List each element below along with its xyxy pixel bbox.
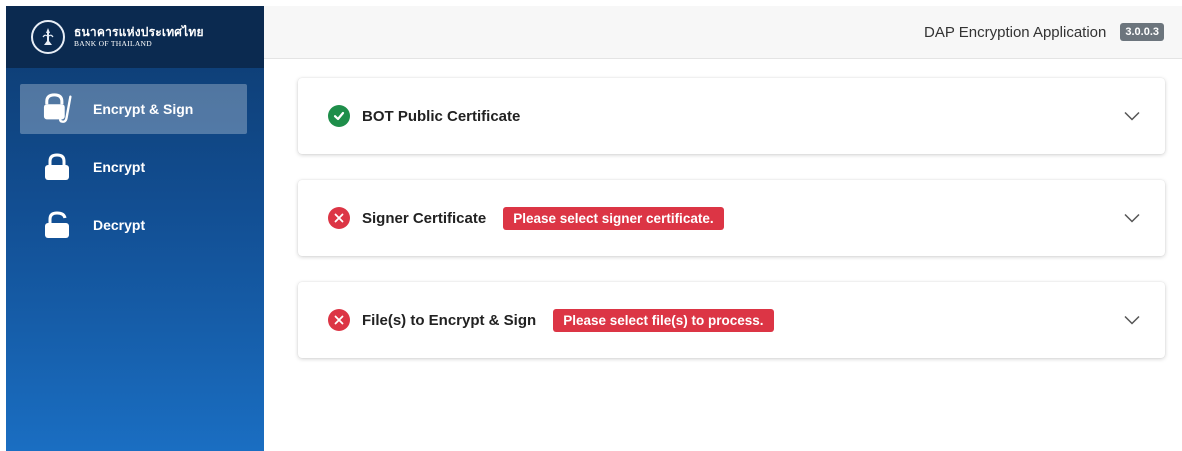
sidebar-item-label: Encrypt & Sign bbox=[93, 101, 194, 117]
error-badge: Please select signer certificate. bbox=[503, 206, 724, 230]
version-badge: 3.0.0.3 bbox=[1120, 23, 1164, 41]
unlock-icon bbox=[43, 208, 77, 242]
logo-english-name: BANK OF THAILAND bbox=[74, 39, 152, 49]
logo-bar: ธนาคารแห่งประเทศไทย BANK OF THAILAND bbox=[6, 6, 264, 68]
lock-icon bbox=[43, 150, 77, 184]
card-files-to-encrypt-sign[interactable]: File(s) to Encrypt & Sign Please select … bbox=[298, 282, 1165, 358]
error-circle-icon bbox=[328, 207, 350, 229]
logo-thai-name: ธนาคารแห่งประเทศไทย bbox=[74, 25, 204, 40]
error-badge: Please select file(s) to process. bbox=[553, 308, 774, 332]
card-title: Signer Certificate bbox=[362, 209, 487, 227]
logo-text: ธนาคารแห่งประเทศไทย BANK OF THAILAND bbox=[74, 26, 204, 48]
chevron-down-icon[interactable] bbox=[1123, 107, 1141, 125]
sidebar-item-encrypt[interactable]: Encrypt bbox=[20, 142, 247, 192]
sidebar-item-label: Decrypt bbox=[93, 217, 146, 233]
lock-sign-icon bbox=[43, 92, 77, 126]
sidebar-item-decrypt[interactable]: Decrypt bbox=[20, 200, 247, 250]
error-circle-icon bbox=[328, 309, 350, 331]
sidebar-item-encrypt-sign[interactable]: Encrypt & Sign bbox=[20, 84, 247, 134]
sidebar: ธนาคารแห่งประเทศไทย BANK OF THAILAND Enc… bbox=[6, 6, 264, 451]
chevron-down-icon[interactable] bbox=[1123, 311, 1141, 329]
card-title: BOT Public Certificate bbox=[362, 107, 521, 125]
sidebar-nav: Encrypt & Sign Encrypt Decrypt bbox=[6, 84, 264, 250]
main-content: BOT Public Certificate Signer Certificat… bbox=[298, 78, 1165, 384]
chevron-down-icon[interactable] bbox=[1123, 209, 1141, 227]
check-circle-icon bbox=[328, 105, 350, 127]
header: DAP Encryption Application 3.0.0.3 bbox=[264, 6, 1182, 59]
card-bot-public-certificate[interactable]: BOT Public Certificate bbox=[298, 78, 1165, 154]
bank-seal-icon bbox=[31, 20, 65, 54]
card-signer-certificate[interactable]: Signer Certificate Please select signer … bbox=[298, 180, 1165, 256]
card-title: File(s) to Encrypt & Sign bbox=[362, 311, 537, 329]
app-title: DAP Encryption Application bbox=[924, 23, 1107, 41]
sidebar-item-label: Encrypt bbox=[93, 159, 146, 175]
